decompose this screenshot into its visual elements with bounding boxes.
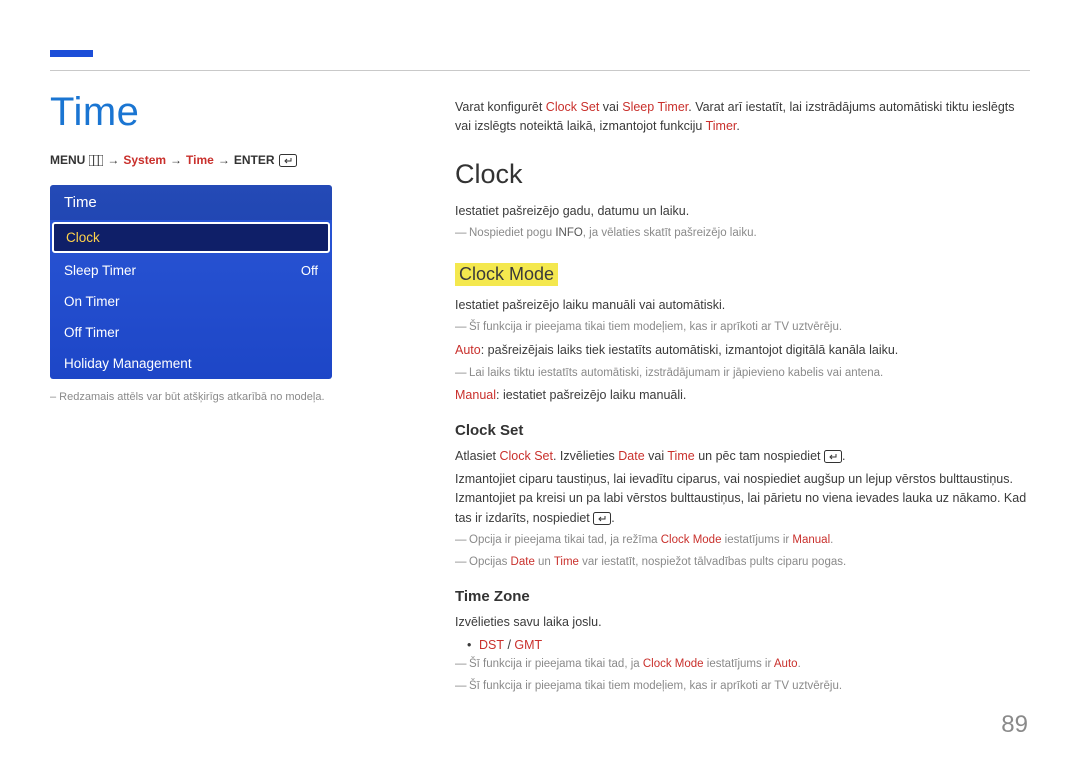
- note-text: un: [535, 556, 554, 568]
- bullet-separator: /: [504, 638, 514, 652]
- highlight-time: Time: [554, 556, 579, 568]
- menu-item-sleep-timer[interactable]: Sleep Timer Off: [50, 255, 332, 286]
- note-text: iestatījums ir: [704, 658, 774, 670]
- clock-set-note-digits: Opcijas Date un Time var iestatīt, nospi…: [455, 554, 1028, 572]
- time-zone-note-auto: Šī funkcija ir pieejama tikai tad, ja Cl…: [455, 656, 1028, 674]
- menu-item-label: Holiday Management: [64, 356, 192, 371]
- clock-set-line2: Izmantojiet ciparu taustiņus, lai ievadī…: [455, 470, 1028, 528]
- time-zone-bullet-dst-gmt: DST / GMT: [455, 638, 1028, 652]
- manual-highlight: Manual: [455, 388, 496, 402]
- menu-panel-title: Time: [50, 185, 332, 220]
- note-text: Nospiediet pogu: [469, 227, 555, 239]
- breadcrumb-arrow-2: →: [170, 153, 182, 167]
- menu-item-on-timer[interactable]: On Timer: [50, 286, 332, 317]
- clock-set-note-manual: Opcija ir pieejama tikai tad, ja režīma …: [455, 532, 1028, 550]
- highlight-gmt: GMT: [514, 638, 542, 652]
- highlight-clock-mode: Clock Mode: [661, 534, 722, 546]
- intro-text: .: [736, 119, 739, 133]
- enter-icon: [593, 512, 611, 525]
- enter-icon: [279, 154, 297, 167]
- clock-mode-auto-line: Auto: pašreizējais laiks tiek iestatīts …: [455, 341, 1028, 360]
- menu-item-label: Clock: [66, 230, 100, 245]
- breadcrumb-menu-label: MENU: [50, 153, 85, 167]
- highlight-dst: DST: [479, 638, 504, 652]
- intro-paragraph: Varat konfigurēt Clock Set vai Sleep Tim…: [455, 98, 1028, 137]
- left-column: Time MENU → System → Time → ENTER Time C…: [50, 90, 350, 406]
- clock-description: Iestatiet pašreizējo gadu, datumu un lai…: [455, 202, 1028, 221]
- clock-info-note: Nospiediet pogu INFO, ja vēlaties skatīt…: [455, 225, 1028, 243]
- note-text: , ja vēlaties skatīt pašreizējo laiku.: [583, 227, 757, 239]
- menu-item-label: On Timer: [64, 294, 120, 309]
- section-heading-clock: Clock: [455, 159, 1028, 190]
- clock-mode-note-cable: Lai laiks tiktu iestatīts automātiski, i…: [455, 365, 1028, 383]
- menu-item-label: Sleep Timer: [64, 263, 136, 278]
- breadcrumb-arrow-1: →: [107, 153, 119, 167]
- breadcrumb: MENU → System → Time → ENTER: [50, 153, 350, 167]
- intro-text: Varat konfigurēt: [455, 100, 546, 114]
- top-horizontal-rule: [50, 70, 1030, 71]
- intro-highlight-timer: Timer: [706, 119, 737, 133]
- menu-item-off-timer[interactable]: Off Timer: [50, 317, 332, 348]
- clock-mode-description: Iestatiet pašreizējo laiku manuāli vai a…: [455, 296, 1028, 315]
- menu-item-holiday-management[interactable]: Holiday Management: [50, 348, 332, 379]
- note-info-key: INFO: [555, 227, 582, 239]
- highlight-clock-set: Clock Set: [499, 449, 553, 463]
- clock-mode-manual-line: Manual: iestatiet pašreizējo laiku manuā…: [455, 386, 1028, 405]
- time-zone-description: Izvēlieties savu laika joslu.: [455, 613, 1028, 632]
- enter-icon: [824, 450, 842, 463]
- clock-set-line1: Atlasiet Clock Set. Izvēlieties Date vai…: [455, 447, 1028, 466]
- model-caption: – Redzamais attēls var būt atšķirīgs atk…: [50, 389, 350, 406]
- note-text: .: [830, 534, 833, 546]
- note-text: var iestatīt, nospiežot tālvadības pults…: [579, 556, 846, 568]
- text: .: [842, 449, 845, 463]
- intro-highlight-clock-set: Clock Set: [546, 100, 600, 114]
- highlight-date: Date: [618, 449, 644, 463]
- breadcrumb-system: System: [123, 153, 166, 167]
- highlight-clock-mode: Clock Mode: [643, 658, 704, 670]
- text: un pēc tam nospiediet: [695, 449, 824, 463]
- text: vai: [645, 449, 668, 463]
- time-zone-note-tv: Šī funkcija ir pieejama tikai tiem modeļ…: [455, 678, 1028, 696]
- auto-highlight: Auto: [455, 343, 481, 357]
- menu-item-label: Off Timer: [64, 325, 119, 340]
- breadcrumb-time: Time: [186, 153, 214, 167]
- manual-text: : iestatiet pašreizējo laiku manuāli.: [496, 388, 686, 402]
- intro-highlight-sleep-timer: Sleep Timer: [622, 100, 688, 114]
- subsection-heading-clock-set: Clock Set: [455, 422, 1028, 439]
- header-accent-bar: [50, 50, 93, 57]
- note-text: Opcijas: [469, 556, 511, 568]
- highlight-manual: Manual: [792, 534, 830, 546]
- page-number: 89: [1001, 711, 1028, 739]
- breadcrumb-enter-label: ENTER: [234, 153, 275, 167]
- clock-mode-note-tv: Šī funkcija ir pieejama tikai tiem modeļ…: [455, 319, 1028, 337]
- highlight-auto: Auto: [774, 658, 798, 670]
- text: .: [611, 511, 614, 525]
- text: Atlasiet: [455, 449, 499, 463]
- subsection-heading-clock-mode: Clock Mode: [455, 263, 558, 286]
- text: Izmantojiet ciparu taustiņus, lai ievadī…: [455, 472, 1026, 525]
- subsection-heading-time-zone: Time Zone: [455, 588, 1028, 605]
- text: . Izvēlieties: [553, 449, 618, 463]
- menu-item-value: Off: [301, 263, 318, 278]
- note-text: iestatījums ir: [721, 534, 792, 546]
- menu-item-clock[interactable]: Clock: [52, 222, 330, 253]
- highlight-date: Date: [511, 556, 535, 568]
- right-column: Varat konfigurēt Clock Set vai Sleep Tim…: [455, 98, 1028, 696]
- note-text: Šī funkcija ir pieejama tikai tad, ja: [469, 658, 643, 670]
- page-title: Time: [50, 90, 350, 135]
- highlight-time: Time: [667, 449, 694, 463]
- menu-grid-icon: [89, 155, 103, 166]
- page: Time MENU → System → Time → ENTER Time C…: [0, 0, 1080, 763]
- menu-panel: Time Clock Sleep Timer Off On Timer Off …: [50, 185, 332, 379]
- breadcrumb-arrow-3: →: [218, 153, 230, 167]
- intro-text: vai: [599, 100, 622, 114]
- note-text: Opcija ir pieejama tikai tad, ja režīma: [469, 534, 661, 546]
- note-text: .: [798, 658, 801, 670]
- auto-text: : pašreizējais laiks tiek iestatīts auto…: [481, 343, 899, 357]
